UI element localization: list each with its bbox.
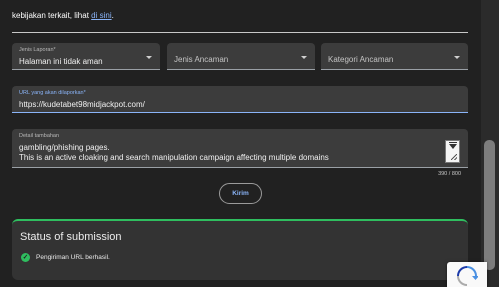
report-url-page: kebijakan terkait, lihat di sini. Jenis … [0, 0, 499, 287]
url-input[interactable]: URL yang akan dilaporkan* https://kudeta… [12, 86, 468, 113]
intro-text-suffix: . [111, 11, 114, 20]
url-label: URL yang akan dilaporkan* [19, 90, 86, 96]
details-textarea[interactable]: Detail tambahan gambling/phishing pages.… [12, 129, 468, 168]
resize-grip-icon[interactable] [451, 154, 457, 160]
details-line-1: gambling/phishing pages. [19, 143, 110, 152]
page-scrollbar-thumb[interactable] [484, 140, 495, 270]
char-counter: 390 / 800 [438, 171, 461, 177]
url-value: https://kudetabet98midjackpot.com/ [19, 100, 145, 109]
submit-button[interactable]: Kirim [219, 183, 262, 204]
textarea-scroll-handle[interactable] [445, 140, 460, 163]
scroll-top-bar-icon [449, 142, 457, 143]
status-message: Pengiriman URL berhasil. [36, 254, 110, 261]
submission-status-card: Status of submission ✓ Pengiriman URL be… [12, 219, 468, 280]
policy-link[interactable]: di sini [91, 11, 111, 20]
status-title: Status of submission [20, 231, 122, 243]
report-type-select[interactable]: Jenis Laporan* Halaman ini tidak aman [12, 43, 160, 70]
threat-type-select[interactable]: Jenis Ancaman [167, 43, 315, 70]
threat-category-select[interactable]: Kategori Ancaman [321, 43, 468, 70]
chevron-down-icon [454, 56, 460, 59]
details-line-2: This is an active cloaking and search ma… [19, 153, 329, 162]
scroll-down-icon [449, 144, 457, 149]
details-label: Detail tambahan [19, 133, 60, 139]
intro-text: kebijakan terkait, lihat di sini. [12, 11, 114, 20]
recaptcha-badge[interactable] [447, 262, 487, 287]
report-type-value: Halaman ini tidak aman [19, 57, 103, 66]
check-circle-icon: ✓ [21, 253, 30, 262]
chevron-down-icon [301, 56, 307, 59]
chevron-down-icon [146, 56, 152, 59]
threat-type-placeholder: Jenis Ancaman [174, 55, 229, 64]
recaptcha-logo-icon [457, 266, 478, 286]
threat-category-placeholder: Kategori Ancaman [328, 55, 394, 64]
divider [12, 32, 468, 33]
report-type-label: Jenis Laporan* [19, 47, 56, 53]
intro-text-prefix: kebijakan terkait, lihat [12, 11, 92, 20]
